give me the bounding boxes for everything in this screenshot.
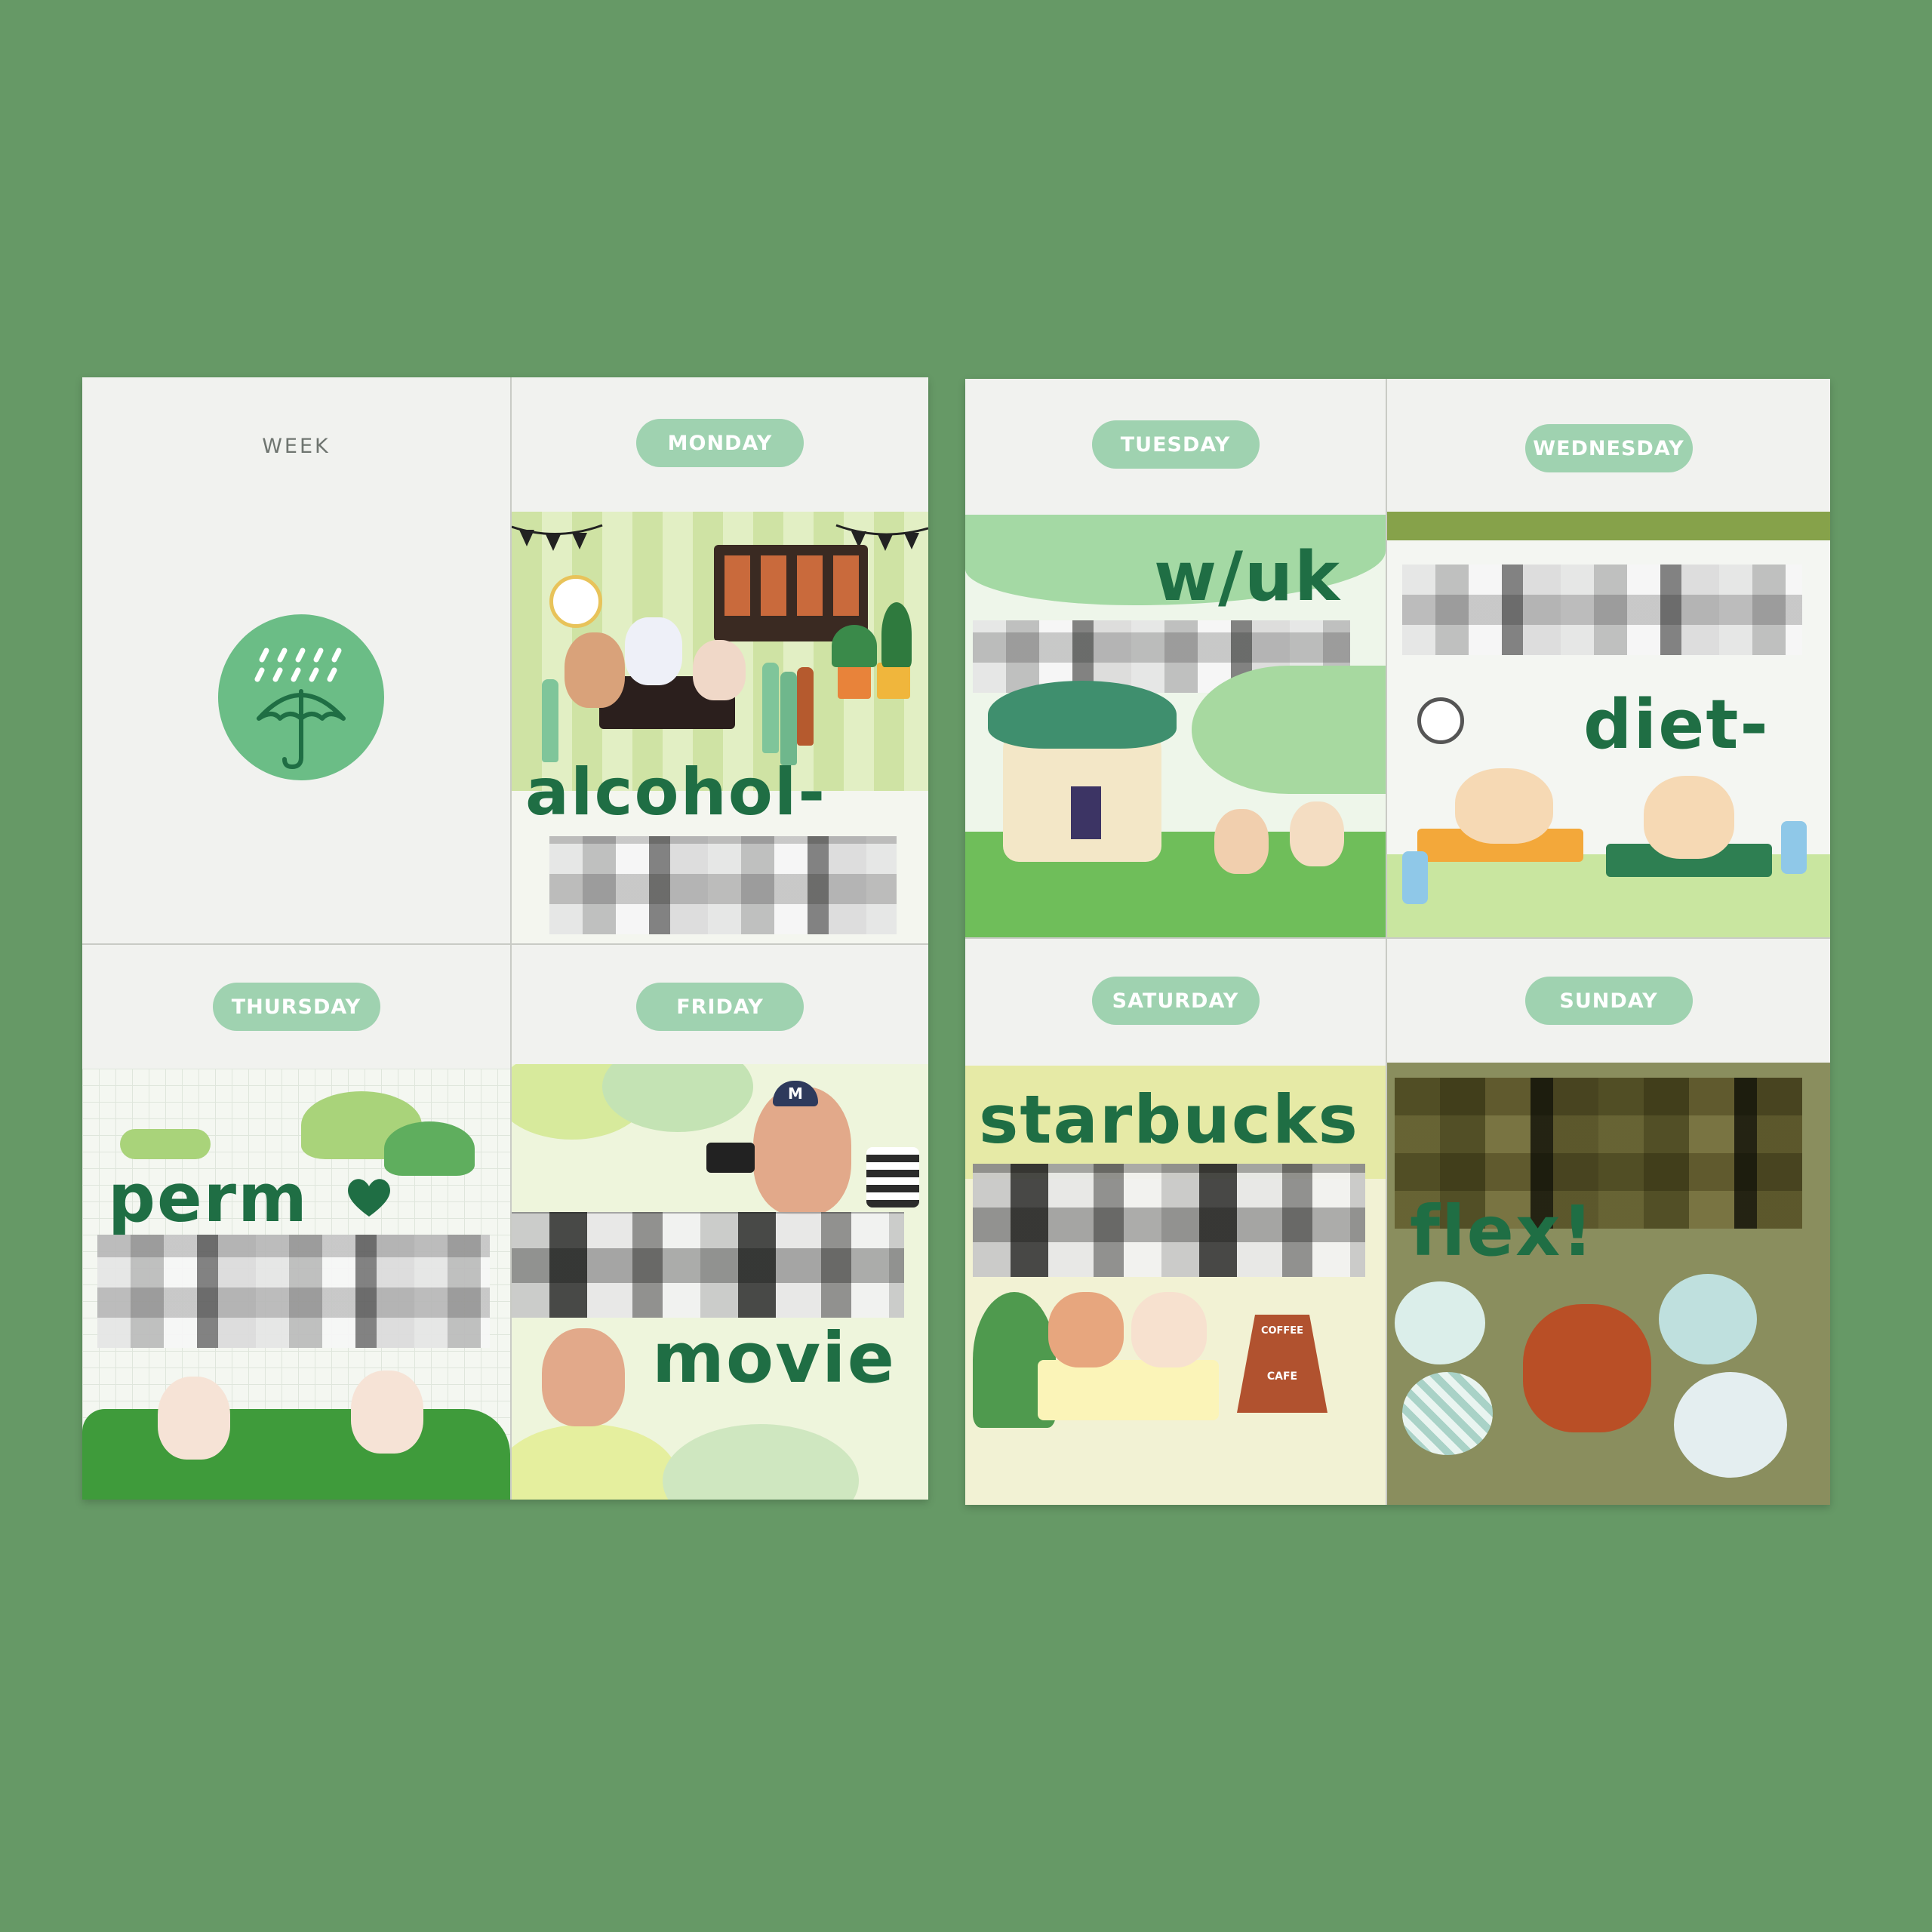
cafe-sign-sticker: COFFEE CAFE — [1237, 1315, 1327, 1413]
table-sticker — [1038, 1360, 1219, 1420]
week-label: WEEK — [262, 435, 331, 458]
tuesday-caption: w/uk — [1154, 537, 1341, 617]
monday-caption: alcohol- — [525, 755, 827, 830]
saturday-caption: starbucks — [979, 1081, 1359, 1158]
monday-sticker-collage: alcohol- — [512, 512, 928, 943]
monday-cell: MONDAY alcohol- — [512, 377, 928, 943]
bear-sticker — [1644, 776, 1734, 859]
bear-sticker — [1523, 1304, 1651, 1432]
camera-sticker — [706, 1143, 755, 1173]
plant-pot-sticker — [877, 663, 910, 699]
bear-sticker — [542, 1328, 625, 1426]
tuesday-cell: TUESDAY w/uk — [965, 379, 1386, 937]
friday-caption: movie — [652, 1318, 896, 1398]
cloud-sticker — [384, 1121, 475, 1176]
cap-sticker: M — [773, 1081, 818, 1106]
day-label-tuesday: TUESDAY — [1091, 420, 1260, 469]
bear-sticker — [351, 1371, 423, 1454]
plant-pot-sticker — [838, 663, 871, 699]
bear-sticker — [565, 632, 625, 708]
bear-sticker — [1131, 1292, 1207, 1367]
planner-page-right: TUESDAY w/uk WEDNESDAY diet- SATURDAY st… — [965, 379, 1830, 1505]
rain-umbrella-icon — [218, 614, 384, 780]
saturday-cell: SATURDAY starbucks COFFEE CAFE — [965, 939, 1386, 1505]
tuesday-sticker-collage: w/uk — [965, 515, 1386, 937]
thursday-caption: perm — [108, 1159, 309, 1237]
pixelated-text-block — [1402, 565, 1802, 655]
day-label-friday: FRIDAY — [636, 983, 804, 1031]
pixelated-text-block — [512, 1212, 904, 1318]
water-bottle-sticker — [1402, 851, 1428, 904]
sunday-caption: flex! — [1410, 1191, 1595, 1272]
dog-sticker — [693, 640, 746, 700]
bottle-sticker — [762, 663, 779, 753]
wednesday-caption: diet- — [1583, 685, 1770, 764]
water-bottle-sticker — [1781, 821, 1807, 874]
thursday-cell: THURSDAY perm — [82, 945, 510, 1500]
heart-sticker — [1659, 1274, 1757, 1364]
day-label-saturday: SATURDAY — [1091, 977, 1260, 1025]
wednesday-sticker-collage: diet- — [1387, 512, 1830, 937]
sunday-cell: SUNDAY flex! — [1387, 939, 1830, 1505]
friday-cell: FRIDAY M movie — [512, 945, 928, 1500]
wednesday-cell: WEDNESDAY diet- — [1387, 379, 1830, 937]
day-label-monday: MONDAY — [636, 419, 804, 467]
bottle-sticker — [797, 667, 814, 746]
bear-sticker — [1214, 809, 1269, 874]
pixelated-text-block — [973, 1164, 1365, 1277]
bottle-sticker — [780, 672, 797, 765]
pixelated-text-block — [549, 836, 897, 934]
saturday-sticker-collage: starbucks COFFEE CAFE — [965, 1066, 1386, 1505]
clock-sticker — [1417, 697, 1464, 744]
bottle-sticker — [542, 679, 558, 762]
heart-sticker — [1402, 1372, 1493, 1455]
bunny-sticker — [625, 617, 682, 685]
clock-sticker — [549, 575, 602, 628]
heart-icon — [348, 1179, 390, 1217]
grass-sticker — [82, 1409, 510, 1500]
bear-sticker — [1455, 768, 1553, 844]
pixelated-text-block — [97, 1235, 490, 1348]
day-label-wednesday: WEDNESDAY — [1524, 424, 1693, 472]
planner-page-left: WEEK MONDAY alcohol- THURSDAY perm FRIDA… — [82, 377, 928, 1500]
week-cell: WEEK — [82, 377, 510, 943]
sunday-sticker-collage: flex! — [1387, 1063, 1830, 1505]
zigzag-tape — [1387, 512, 1830, 540]
cloud-sticker — [120, 1129, 211, 1159]
film-reel-sticker — [866, 1147, 919, 1208]
bear-sticker — [158, 1377, 230, 1460]
day-label-sunday: SUNDAY — [1524, 977, 1693, 1025]
bear-sticker — [1048, 1292, 1124, 1367]
friday-sticker-collage: M movie — [512, 1064, 928, 1500]
thursday-sticker-collage: perm — [82, 1069, 510, 1500]
heart-sticker — [1395, 1281, 1485, 1364]
heart-sticker — [1674, 1372, 1787, 1478]
day-label-thursday: THURSDAY — [212, 983, 380, 1031]
bear-sticker — [1290, 801, 1344, 866]
